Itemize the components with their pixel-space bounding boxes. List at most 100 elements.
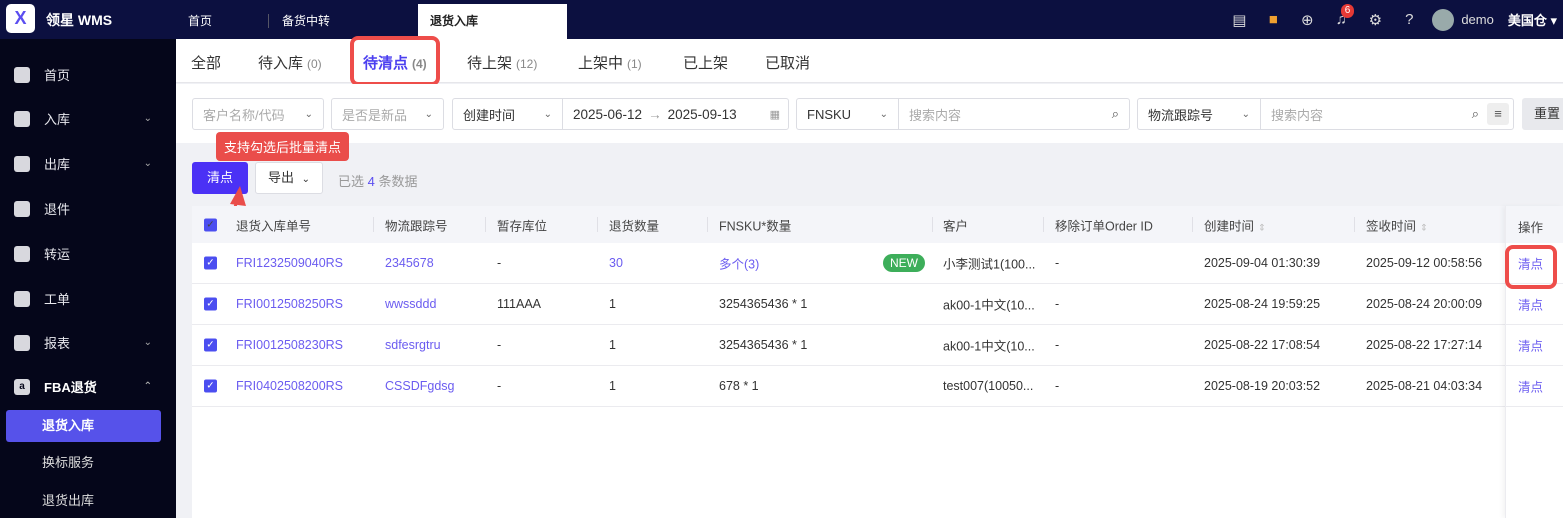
tab-return-inbound[interactable]: 退货入库 bbox=[418, 4, 567, 39]
new-badge: NEW bbox=[883, 254, 925, 272]
table-row: ✓ FRI1232509040RS 2345678 - 30 多个(3) NEW… bbox=[192, 243, 1563, 284]
notification-badge: 6 bbox=[1340, 4, 1355, 18]
count-action-link[interactable]: 清点 bbox=[1518, 336, 1543, 355]
return-no-link[interactable]: FRI0012508230RS bbox=[236, 338, 343, 352]
help-icon[interactable]: ? bbox=[1392, 11, 1426, 28]
status-tab-pending-shelve[interactable]: 待上架 (12) bbox=[467, 52, 537, 73]
fnsku-cell[interactable]: 多个(3) bbox=[719, 254, 759, 273]
fnsku-cell: 3254365436 * 1 bbox=[719, 338, 808, 352]
return-no-link[interactable]: FRI0012508250RS bbox=[236, 297, 343, 311]
sidebar-item-home[interactable]: 首页 bbox=[14, 65, 164, 84]
sidebar-subitem-return-outbound[interactable]: 退货出库 bbox=[6, 485, 161, 517]
status-tab-cancelled[interactable]: 已取消 bbox=[765, 52, 810, 73]
tracking-link[interactable]: 2345678 bbox=[385, 256, 434, 270]
warehouse-selector[interactable]: 美国仓 ▾ bbox=[1508, 10, 1557, 29]
calendar-icon: ▦ bbox=[769, 108, 780, 121]
status-tab-pending-inbound[interactable]: 待入库 (0) bbox=[258, 52, 322, 73]
download-icon[interactable]: ⊕ bbox=[1290, 11, 1324, 29]
export-button[interactable]: 导出 ⌄ bbox=[255, 162, 323, 194]
chevron-down-icon: ⌄ bbox=[301, 174, 311, 185]
sort-icon: ⇕ bbox=[1420, 222, 1428, 232]
selection-info: 已选 4 条数据 bbox=[338, 174, 418, 189]
tracking-link[interactable]: sdfesrgtru bbox=[385, 338, 441, 352]
location-cell: - bbox=[497, 379, 502, 393]
tracking-type-select[interactable]: 物流跟踪号 ⌄ bbox=[1138, 99, 1261, 129]
table-header: ✓ 退货入库单号 物流跟踪号 暂存库位 退货数量 FNSKU*数量 客户 移除订… bbox=[192, 206, 1563, 243]
qty-cell: 1 bbox=[609, 338, 616, 352]
status-tab-all[interactable]: 全部 bbox=[191, 52, 221, 73]
printer-icon[interactable]: ▤ bbox=[1222, 11, 1256, 29]
return-no-link[interactable]: FRI0402508200RS bbox=[236, 379, 343, 393]
customer-cell: test007(10050... bbox=[943, 379, 1034, 393]
row-checkbox[interactable]: ✓ bbox=[204, 256, 217, 270]
count-action-link[interactable]: 清点 bbox=[1518, 377, 1543, 396]
row-checkbox[interactable]: ✓ bbox=[204, 338, 217, 352]
sidebar-item-inbound[interactable]: 入库 ⌄ bbox=[14, 109, 164, 128]
col-fnsku: FNSKU*数量 bbox=[719, 219, 792, 233]
sort-icon: ⇕ bbox=[1258, 222, 1266, 232]
tracking-link[interactable]: wwssddd bbox=[385, 297, 436, 311]
sidebar: 首页 入库 ⌄ 出库 ⌄ 退件 转运 工单 报表 ⌄ a FBA退货 ⌃ 退货入库 换标服… bbox=[0, 39, 176, 518]
customer-select[interactable]: 客户名称/代码 ⌄ bbox=[192, 98, 324, 130]
brand-name: 领星 WMS bbox=[46, 12, 113, 28]
col-tracking: 物流跟踪号 bbox=[385, 219, 448, 233]
app-logo: X bbox=[6, 4, 35, 33]
chevron-down-icon: ⌄ bbox=[424, 108, 433, 120]
reset-button[interactable]: 重置 bbox=[1522, 98, 1563, 130]
chevron-down-icon: ⌄ bbox=[543, 108, 552, 120]
tab-home[interactable]: 首页 bbox=[176, 4, 268, 39]
date-range-input[interactable]: 2025-06-12 → 2025-09-13 ▦ bbox=[563, 99, 788, 129]
tracking-link[interactable]: CSSDFgdsg bbox=[385, 379, 454, 393]
tracking-search-input[interactable]: 搜索内容 ⌕ ≡ bbox=[1261, 99, 1513, 129]
sidebar-item-transfer[interactable]: 转运 bbox=[14, 244, 164, 263]
sidebar-subitem-return-inbound[interactable]: 退货入库 bbox=[6, 410, 161, 442]
signed-time-cell: 2025-08-21 04:03:34 bbox=[1366, 379, 1483, 393]
sidebar-subitem-relabel[interactable]: 换标服务 bbox=[6, 447, 161, 479]
date-range-filter: 创建时间 ⌄ 2025-06-12 → 2025-09-13 ▦ bbox=[452, 98, 789, 130]
created-time-cell: 2025-08-22 17:08:54 bbox=[1204, 338, 1321, 352]
location-cell: - bbox=[497, 338, 502, 352]
count-action-link[interactable]: 清点 bbox=[1518, 295, 1543, 314]
chevron-up-icon: ⌃ bbox=[143, 381, 152, 392]
fnsku-search-input[interactable]: 搜索内容 ⌕ bbox=[899, 99, 1129, 129]
date-type-select[interactable]: 创建时间 ⌄ bbox=[453, 99, 563, 129]
col-created[interactable]: 创建时间 ⇕ bbox=[1204, 215, 1266, 234]
sidebar-item-fba-returns[interactable]: a FBA退货 ⌃ bbox=[14, 377, 164, 396]
col-signed[interactable]: 签收时间 ⇕ bbox=[1366, 215, 1428, 234]
ticket-icon bbox=[14, 290, 30, 307]
sidebar-item-report[interactable]: 报表 ⌄ bbox=[14, 333, 164, 352]
top-bar: X 领星 WMS 首页 备货中转 退货入库 ▤ ■ ⊕ ♫ 6 ⚙ ? demo … bbox=[0, 0, 1563, 39]
status-tab-shelving[interactable]: 上架中 (1) bbox=[578, 52, 642, 73]
search-icon: ⌕ bbox=[1111, 106, 1119, 121]
qty-cell: 30 bbox=[609, 256, 623, 270]
filter-bar: 客户名称/代码 ⌄ 是否是新品 ⌄ 创建时间 ⌄ 2025-06-12 → 2025-09… bbox=[176, 84, 1563, 143]
row-checkbox[interactable]: ✓ bbox=[204, 379, 217, 393]
select-all-checkbox[interactable]: ✓ bbox=[204, 218, 217, 231]
batch-search-icon[interactable]: ≡ bbox=[1487, 103, 1509, 125]
sidebar-item-returns[interactable]: 退件 bbox=[14, 199, 164, 218]
fnsku-cell: 3254365436 * 1 bbox=[719, 297, 808, 311]
return-icon bbox=[14, 200, 30, 217]
sidebar-item-ticket[interactable]: 工单 bbox=[14, 289, 164, 308]
robot-icon[interactable]: ■ bbox=[1256, 11, 1290, 28]
status-tabs: 全部 待入库 (0) 待清点 (4) 待上架 (12) 上架中 (1) 已上架 已取消 bbox=[176, 36, 1563, 86]
row-checkbox[interactable]: ✓ bbox=[204, 297, 217, 311]
avatar bbox=[1432, 8, 1455, 31]
is-new-select[interactable]: 是否是新品 ⌄ bbox=[331, 98, 444, 130]
returns-table: ✓ 退货入库单号 物流跟踪号 暂存库位 退货数量 FNSKU*数量 客户 移除订… bbox=[192, 206, 1563, 518]
order-id-cell: - bbox=[1055, 256, 1060, 270]
sidebar-item-outbound[interactable]: 出库 ⌄ bbox=[14, 154, 164, 173]
tab-stock-transfer[interactable]: 备货中转 bbox=[270, 4, 410, 39]
fnsku-type-select[interactable]: FNSKU ⌄ bbox=[797, 99, 899, 129]
signed-time-cell: 2025-08-22 17:27:14 bbox=[1366, 338, 1483, 352]
return-no-link[interactable]: FRI1232509040RS bbox=[236, 256, 343, 270]
outbound-icon bbox=[14, 155, 30, 172]
bell-icon[interactable]: ♫ 6 bbox=[1324, 4, 1358, 28]
status-tab-shelved[interactable]: 已上架 bbox=[683, 52, 728, 73]
signed-time-cell: 2025-08-24 20:00:09 bbox=[1366, 297, 1483, 311]
location-cell: - bbox=[497, 256, 502, 270]
count-action-link[interactable]: 清点 bbox=[1518, 254, 1543, 273]
settings-icon[interactable]: ⚙ bbox=[1358, 11, 1392, 29]
user-menu[interactable]: demo bbox=[1432, 8, 1494, 31]
home-icon bbox=[14, 66, 30, 83]
